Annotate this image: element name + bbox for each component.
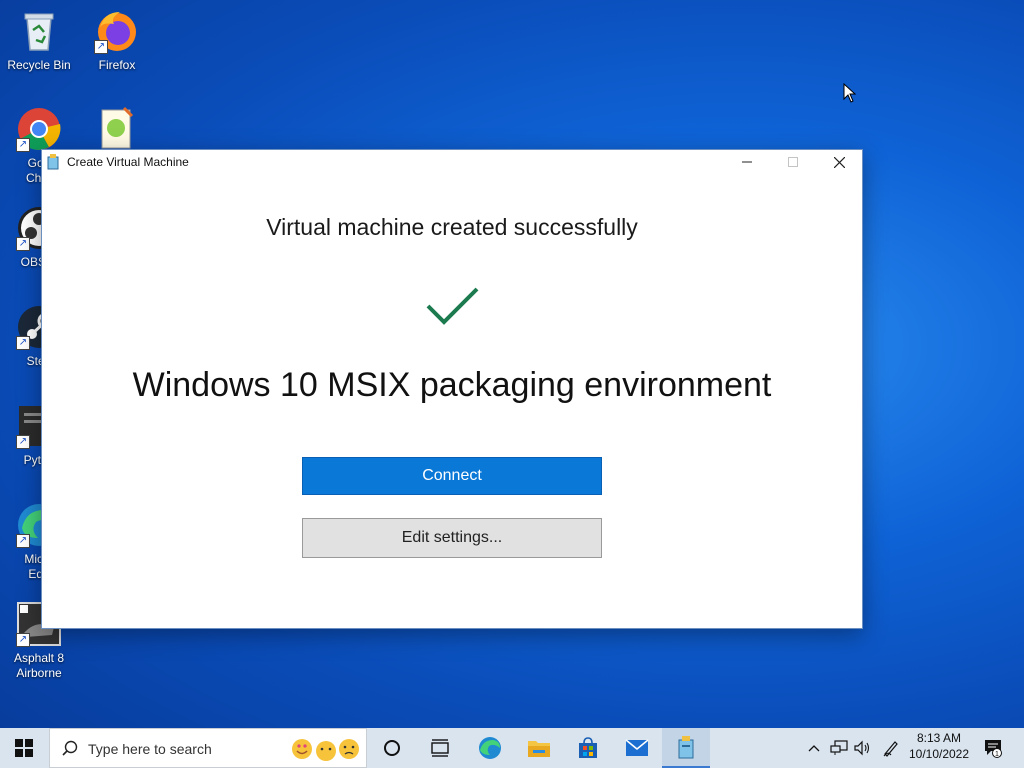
create-vm-window: Create Virtual Machine Virtual machine c… xyxy=(41,149,863,629)
checkmark-icon xyxy=(425,286,481,330)
desktop-icon-label: Recycle Bin xyxy=(7,58,71,72)
shortcut-arrow-icon: ↗ xyxy=(16,633,30,647)
volume-icon xyxy=(854,740,870,756)
minimize-button[interactable] xyxy=(724,150,770,174)
clock-date: 10/10/2022 xyxy=(908,747,970,761)
mail-icon xyxy=(625,739,649,756)
edge-icon xyxy=(479,737,501,759)
search-icon xyxy=(62,740,78,756)
shortcut-arrow-icon: ↗ xyxy=(16,435,30,449)
shortcut-arrow-icon: ↗ xyxy=(16,138,30,152)
task-view-button[interactable] xyxy=(416,728,464,768)
pen-icon xyxy=(883,741,898,757)
edit-settings-button[interactable]: Edit settings... xyxy=(302,518,602,558)
desktop-icon-label: Firefox xyxy=(98,58,136,72)
shortcut-arrow-icon: ↗ xyxy=(94,40,108,54)
show-hidden-icons-button[interactable] xyxy=(804,728,824,768)
desktop-icon-recycle-bin[interactable]: Recycle Bin xyxy=(0,8,78,73)
cortana-icon xyxy=(384,740,400,756)
msix-packaging-tool-icon xyxy=(47,154,59,170)
search-highlight-emoji-icon xyxy=(292,739,359,761)
clock[interactable]: 8:13 AM 10/10/2022 xyxy=(906,731,972,761)
connect-button[interactable]: Connect xyxy=(302,457,602,495)
folder-icon xyxy=(528,741,550,757)
search-placeholder: Type here to search xyxy=(88,741,212,757)
task-view-icon xyxy=(431,739,449,757)
taskbar: Type here to search 8:13 AM 10/10/2022 1 xyxy=(0,728,1024,768)
chrome-icon: ↗ xyxy=(16,106,62,152)
shortcut-arrow-icon: ↗ xyxy=(16,237,30,251)
microsoft-store-icon xyxy=(579,737,597,758)
windows-logo-icon xyxy=(15,739,33,757)
cortana-button[interactable] xyxy=(368,728,416,768)
network-button[interactable] xyxy=(828,728,850,768)
maximize-button[interactable] xyxy=(770,150,816,174)
vm-name: Windows 10 MSIX packaging environment xyxy=(132,366,772,404)
taskbar-search-box[interactable]: Type here to search xyxy=(49,728,367,768)
taskbar-mail[interactable] xyxy=(613,728,661,768)
success-heading: Virtual machine created successfully xyxy=(266,214,638,240)
notifications-icon: 1 xyxy=(985,740,1002,758)
volume-button[interactable] xyxy=(851,728,873,768)
notification-count: 1 xyxy=(995,751,999,758)
taskbar-msix-packaging-tool[interactable] xyxy=(662,728,710,768)
recycle-bin-icon xyxy=(16,8,62,54)
firefox-icon: ↗ xyxy=(94,8,140,54)
close-button[interactable] xyxy=(816,150,862,174)
mouse-cursor-icon xyxy=(843,82,857,108)
desktop-icon-label: Asphalt 8 Airborne xyxy=(13,651,65,680)
window-title: Create Virtual Machine xyxy=(67,155,189,169)
msix-packaging-tool-icon xyxy=(678,736,694,759)
pen-workspace-button[interactable] xyxy=(878,728,904,768)
chevron-up-icon xyxy=(808,745,820,752)
taskbar-file-explorer[interactable] xyxy=(515,728,563,768)
notepad-plus-plus-icon xyxy=(94,106,140,152)
shortcut-arrow-icon: ↗ xyxy=(16,534,30,548)
network-icon xyxy=(830,740,848,755)
clock-time: 8:13 AM xyxy=(916,731,962,745)
start-button[interactable] xyxy=(0,728,48,768)
window-titlebar[interactable]: Create Virtual Machine xyxy=(42,150,862,174)
taskbar-edge[interactable] xyxy=(466,728,514,768)
desktop-icon-firefox[interactable]: ↗ Firefox xyxy=(78,8,156,73)
action-center-button[interactable]: 1 xyxy=(978,728,1008,768)
shortcut-arrow-icon: ↗ xyxy=(16,336,30,350)
taskbar-store[interactable] xyxy=(564,728,612,768)
